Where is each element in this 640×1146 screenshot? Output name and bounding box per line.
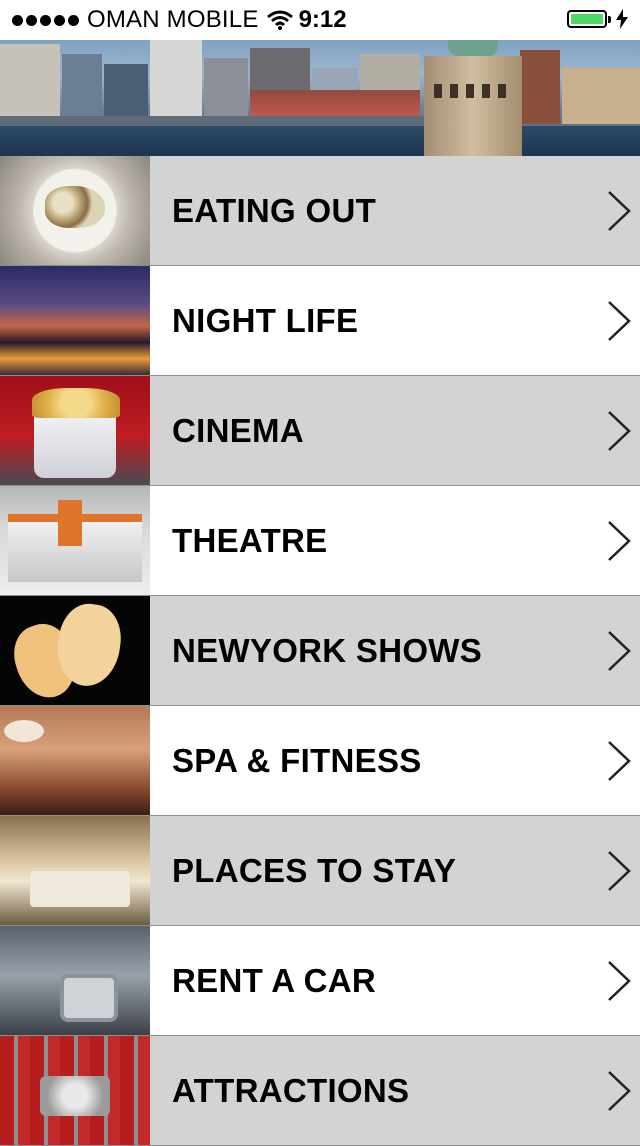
menu-item-attractions[interactable]: ATTRACTIONS [0, 1036, 640, 1146]
menu-item-eating-out[interactable]: EATING OUT [0, 156, 640, 266]
menu-item-label: PLACES TO STAY [172, 851, 457, 889]
signal-strength-icon [12, 14, 79, 26]
menu-item-rent-a-car[interactable]: RENT A CAR [0, 926, 640, 1036]
night-life-image [0, 266, 150, 375]
chevron-right-icon [608, 1070, 631, 1111]
menu-item-theatre[interactable]: THEATRE [0, 486, 640, 596]
theatre-image [0, 486, 150, 595]
menu-item-cinema[interactable]: CINEMA [0, 376, 640, 486]
menu-item-label: THEATRE [172, 521, 328, 559]
menu-item-label: CINEMA [172, 411, 304, 449]
menu-item-label: EATING OUT [172, 191, 377, 229]
chevron-right-icon [608, 850, 631, 891]
eating-out-image [0, 156, 150, 265]
menu-item-spa-fitness[interactable]: SPA & FITNESS [0, 706, 640, 816]
battery-icon [567, 10, 607, 28]
charging-bolt-icon [616, 9, 628, 29]
battery-fill [571, 14, 603, 24]
wifi-icon [266, 10, 293, 30]
hotel-room-image [0, 816, 150, 925]
car-key-image [0, 926, 150, 1035]
attractions-image [0, 1036, 150, 1145]
chevron-right-icon [608, 520, 631, 561]
status-bar: OMAN MOBILE 9:12 [0, 0, 640, 40]
cinema-image [0, 376, 150, 485]
chevron-right-icon [608, 630, 631, 671]
category-menu: EATING OUT NIGHT LIFE CINEMA THEATRE NEW… [0, 156, 640, 1146]
menu-item-newyork-shows[interactable]: NEWYORK SHOWS [0, 596, 640, 706]
chevron-right-icon [608, 960, 631, 1001]
menu-item-label: SPA & FITNESS [172, 741, 422, 779]
chevron-right-icon [608, 410, 631, 451]
status-time: 9:12 [298, 6, 347, 33]
menu-item-label: NEWYORK SHOWS [172, 631, 483, 669]
battery-indicator [567, 9, 628, 29]
menu-item-label: ATTRACTIONS [172, 1071, 410, 1109]
menu-item-label: NIGHT LIFE [172, 301, 359, 339]
menu-item-night-life[interactable]: NIGHT LIFE [0, 266, 640, 376]
chevron-right-icon [608, 300, 631, 341]
menu-item-places-to-stay[interactable]: PLACES TO STAY [0, 816, 640, 926]
new-york-skyline-banner [0, 40, 640, 156]
chevron-right-icon [608, 740, 631, 781]
spa-image [0, 706, 150, 815]
theatre-masks-image [0, 596, 150, 705]
chevron-right-icon [608, 190, 631, 231]
carrier-name: OMAN MOBILE [87, 6, 259, 33]
menu-item-label: RENT A CAR [172, 961, 377, 999]
